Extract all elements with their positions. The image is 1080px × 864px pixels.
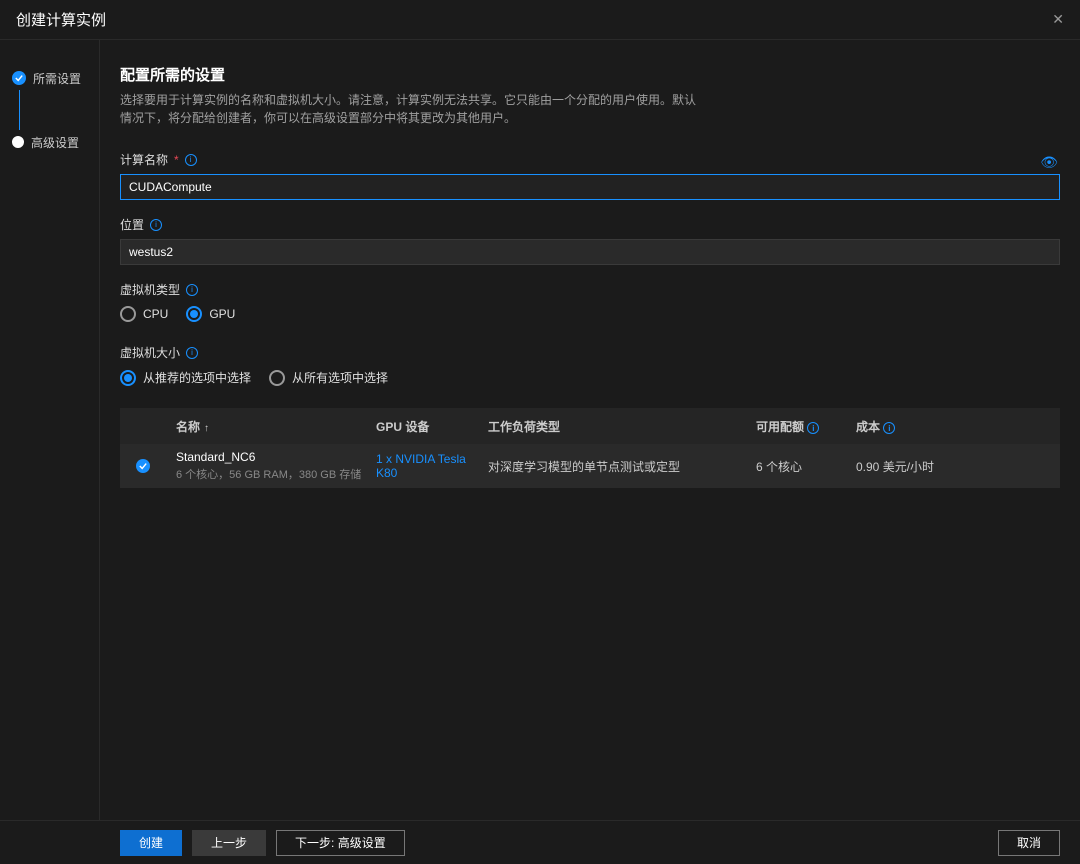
- vm-size-table: 名称↑ GPU 设备 工作负荷类型 可用配额 i 成本 i Sta: [120, 408, 1060, 488]
- info-icon[interactable]: i: [883, 422, 895, 434]
- radio-recommended[interactable]: 从推荐的选项中选择: [120, 369, 251, 386]
- step-required[interactable]: 所需设置: [12, 70, 91, 86]
- cancel-button[interactable]: 取消: [998, 830, 1060, 856]
- radio-label: GPU: [209, 307, 235, 321]
- th-gpu[interactable]: GPU 设备: [376, 418, 488, 435]
- th-name[interactable]: 名称↑: [176, 418, 376, 435]
- step-advanced[interactable]: 高级设置: [12, 134, 91, 150]
- compute-name-label: 计算名称: [120, 151, 168, 168]
- location-label: 位置: [120, 216, 144, 233]
- radio-label: CPU: [143, 307, 168, 321]
- vm-type-label: 虚拟机类型: [120, 281, 180, 298]
- row-cost: 0.90 美元/小时: [856, 458, 1044, 475]
- th-quota[interactable]: 可用配额 i: [756, 418, 856, 435]
- close-icon[interactable]: ✕: [1052, 11, 1064, 28]
- row-name: Standard_NC6: [176, 450, 376, 464]
- section-desc: 选择要用于计算实例的名称和虚拟机大小。请注意，计算实例无法共享。它只能由一个分配…: [120, 91, 700, 127]
- check-icon: [136, 459, 150, 473]
- row-gpu[interactable]: 1 x NVIDIA Tesla K80: [376, 452, 488, 480]
- step-label: 所需设置: [33, 70, 81, 87]
- location-input: [120, 239, 1060, 265]
- sort-arrow-icon: ↑: [204, 423, 209, 434]
- radio-icon: [120, 306, 136, 322]
- back-button[interactable]: 上一步: [192, 830, 266, 856]
- info-icon[interactable]: i: [807, 422, 819, 434]
- circle-icon: [12, 136, 24, 148]
- compute-name-input[interactable]: [120, 174, 1060, 200]
- info-icon[interactable]: i: [185, 154, 197, 166]
- info-icon[interactable]: i: [150, 219, 162, 231]
- radio-icon: [186, 306, 202, 322]
- vm-size-label: 虚拟机大小: [120, 344, 180, 361]
- info-icon[interactable]: i: [186, 284, 198, 296]
- info-icon[interactable]: i: [186, 347, 198, 359]
- next-button[interactable]: 下一步: 高级设置: [276, 830, 405, 856]
- eye-icon[interactable]: 👁: [1040, 154, 1058, 171]
- radio-icon: [269, 370, 285, 386]
- radio-cpu[interactable]: CPU: [120, 306, 168, 322]
- required-mark: *: [174, 153, 179, 167]
- radio-gpu[interactable]: GPU: [186, 306, 235, 322]
- wizard-steps: 所需设置 高级设置: [0, 40, 100, 820]
- radio-label: 从所有选项中选择: [292, 369, 388, 386]
- step-label: 高级设置: [31, 134, 79, 151]
- check-icon: [12, 71, 26, 85]
- row-quota: 6 个核心: [756, 458, 856, 475]
- th-workload[interactable]: 工作负荷类型: [488, 418, 756, 435]
- table-row[interactable]: Standard_NC6 6 个核心，56 GB RAM，380 GB 存储 1…: [120, 444, 1060, 488]
- section-title: 配置所需的设置: [120, 64, 1060, 85]
- create-button[interactable]: 创建: [120, 830, 182, 856]
- page-title: 创建计算实例: [16, 9, 106, 30]
- row-specs: 6 个核心，56 GB RAM，380 GB 存储: [176, 466, 376, 482]
- radio-icon: [120, 370, 136, 386]
- row-workload: 对深度学习模型的单节点测试或定型: [488, 458, 756, 475]
- radio-all[interactable]: 从所有选项中选择: [269, 369, 388, 386]
- radio-label: 从推荐的选项中选择: [143, 369, 251, 386]
- th-cost[interactable]: 成本 i: [856, 418, 1044, 435]
